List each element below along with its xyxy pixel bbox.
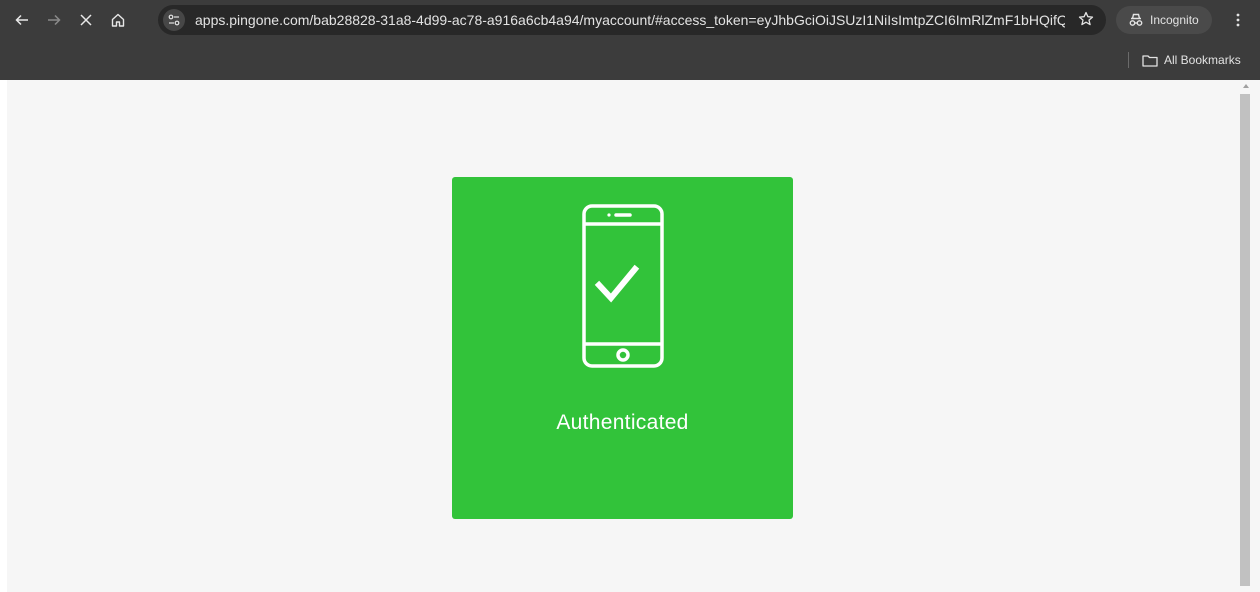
all-bookmarks-label: All Bookmarks: [1164, 53, 1241, 67]
arrow-right-icon: [48, 14, 61, 26]
bookmarks-bar: All Bookmarks: [0, 40, 1260, 80]
arrow-left-icon: [15, 14, 28, 26]
site-info-button[interactable]: [163, 9, 185, 31]
stop-button[interactable]: [72, 6, 100, 34]
all-bookmarks-button[interactable]: All Bookmarks: [1142, 50, 1241, 70]
incognito-icon: [1129, 13, 1143, 26]
home-button[interactable]: [104, 6, 132, 34]
back-button[interactable]: [8, 6, 36, 34]
phone-check-icon: [582, 204, 664, 368]
browser-chrome: apps.pingone.com/bab28828-31a8-4d99-ac78…: [0, 0, 1260, 80]
bookmark-star-button[interactable]: [1078, 11, 1094, 32]
star-icon: [1078, 11, 1094, 26]
bookmarks-divider: [1128, 52, 1129, 68]
scroll-up-arrow[interactable]: [1243, 84, 1249, 88]
incognito-label: Incognito: [1150, 13, 1199, 27]
browser-menu-button[interactable]: [1226, 8, 1250, 32]
home-icon: [111, 13, 125, 27]
tune-icon: [168, 14, 180, 26]
window-edge: [0, 80, 7, 592]
kebab-icon: [1236, 13, 1240, 27]
vertical-scrollbar[interactable]: [1239, 80, 1260, 592]
authentication-status: Authenticated: [556, 411, 689, 434]
close-icon: [80, 14, 92, 26]
url-text[interactable]: apps.pingone.com/bab28828-31a8-4d99-ac78…: [195, 12, 1065, 28]
authenticated-card: Authenticated: [452, 177, 793, 519]
folder-icon: [1142, 54, 1158, 67]
incognito-indicator[interactable]: Incognito: [1116, 6, 1212, 34]
scroll-thumb[interactable]: [1240, 94, 1250, 586]
forward-button[interactable]: [40, 6, 68, 34]
address-bar[interactable]: apps.pingone.com/bab28828-31a8-4d99-ac78…: [158, 5, 1106, 35]
